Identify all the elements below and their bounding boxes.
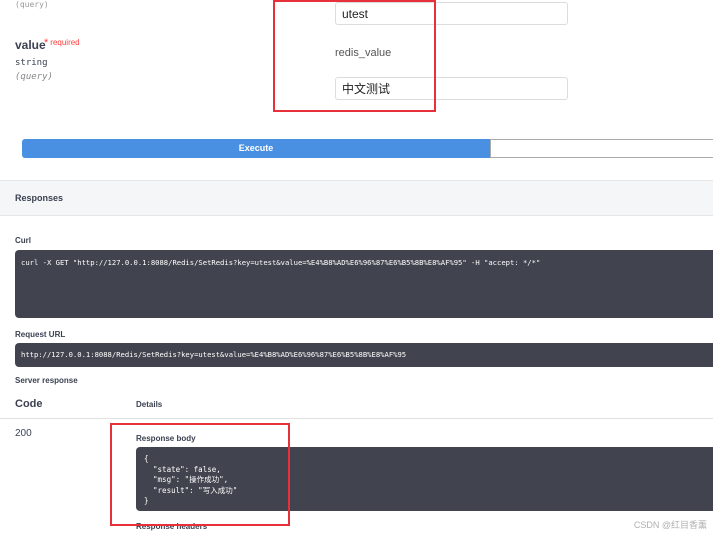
param-location: (query) (15, 72, 53, 82)
details-column-header: Details (136, 400, 163, 409)
response-code: 200 (15, 428, 32, 439)
clear-button[interactable] (490, 139, 713, 158)
param-row-top: (query) (15, 0, 49, 9)
responses-header-band (0, 180, 713, 216)
request-url-block[interactable]: http://127.0.0.1:8088/Redis/SetRedis?key… (15, 343, 713, 367)
request-url-label: Request URL (15, 330, 66, 339)
table-divider (0, 418, 713, 419)
responses-title: Responses (15, 193, 64, 203)
param-type: string (15, 58, 48, 68)
watermark: CSDN @红目香薰 (633, 520, 707, 530)
curl-command: curl -X GET "http://127.0.0.1:8088/Redis… (21, 258, 541, 267)
curl-block[interactable]: curl -X GET "http://127.0.0.1:8088/Redis… (15, 250, 713, 318)
server-response-label: Server response (15, 376, 78, 385)
params-highlight-box (273, 0, 436, 112)
required-marker: required (44, 37, 79, 49)
code-column-header: Code (15, 398, 43, 410)
curl-label: Curl (15, 236, 31, 245)
request-url: http://127.0.0.1:8088/Redis/SetRedis?key… (21, 350, 407, 359)
execute-button[interactable]: Execute (22, 139, 490, 158)
param-name-value: value (15, 38, 46, 52)
response-highlight-box (110, 423, 290, 526)
